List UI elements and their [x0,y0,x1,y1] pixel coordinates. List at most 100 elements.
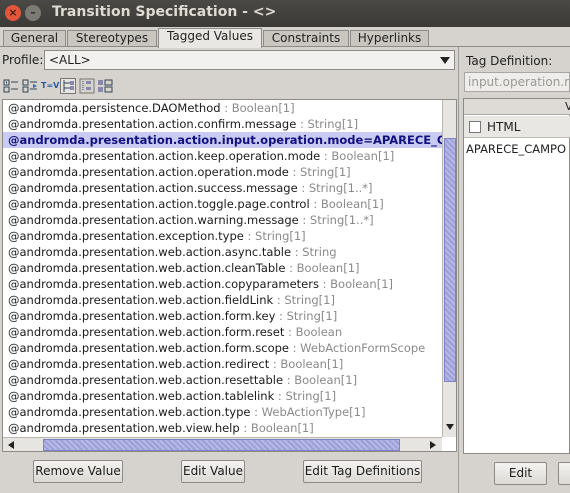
tagged-value-name: @andromda.presentation.web.action.redire… [8,357,270,371]
edit-value-button[interactable]: Edit Value [181,460,245,483]
tab-bar: General Stereotypes Tagged Values Constr… [0,28,570,48]
scroll-left-arrow-icon[interactable] [6,440,16,450]
tagged-value-name: @andromda.presentation.web.action.tablel… [8,389,275,403]
tagged-value-row[interactable]: @andromda.presentation.action.keep.opera… [3,148,442,164]
edit-tag-definitions-button[interactable]: Edit Tag Definitions [303,460,422,483]
scroll-right-arrow-icon[interactable] [428,440,438,450]
tagged-value-type: : Boolean[1] [322,277,394,291]
tagged-value-name: @andromda.presentation.web.action.copypa… [8,277,319,291]
tagged-values-rows: @andromda.persistence.DAOMethod : Boolea… [3,100,442,437]
profile-selected-value: <ALL> [49,53,91,67]
tagged-value-row[interactable]: @andromda.presentation.web.action.type :… [3,404,442,420]
tagged-value-row[interactable]: @andromda.presentation.action.input.oper… [3,132,442,148]
flat-view-icon[interactable] [79,78,95,94]
tagged-value-name: @andromda.presentation.action.success.me… [8,181,298,195]
close-window-icon[interactable]: × [5,5,21,21]
tab-stereotypes[interactable]: Stereotypes [67,30,157,47]
tagged-value-name: @andromda.presentation.web.action.form.s… [8,341,289,355]
tagged-value-name: @andromda.presentation.action.toggle.pag… [8,197,310,211]
tagged-value-name: @andromda.presentation.web.view.help [8,421,240,435]
value-column-header: V [464,99,570,115]
tagged-value-row[interactable]: @andromda.persistence.DAOMethod : Boolea… [3,100,442,116]
tagged-value-row[interactable]: @andromda.presentation.web.action.fieldL… [3,292,442,308]
tagged-value-type: : Boolean [288,325,343,339]
grouped-view-icon[interactable] [97,78,113,94]
value-editor-panel[interactable]: V HTML APARECE_CAMPO [463,98,570,454]
collapse-icon[interactable] [22,78,38,94]
tagged-value-row[interactable]: @andromda.presentation.web.action.resett… [3,372,442,388]
profile-label: Profile: [2,53,44,67]
horizontal-scrollbar[interactable] [3,437,442,451]
tagged-value-row[interactable]: @andromda.presentation.action.success.me… [3,180,442,196]
tagged-value-row[interactable]: @andromda.presentation.web.action.copypa… [3,276,442,292]
tagged-value-type: : Boolean[1] [323,149,395,163]
tree-view-icon[interactable] [60,78,76,94]
tagged-value-type: : String[1..*] [302,213,374,227]
tagged-value-row[interactable]: @andromda.presentation.action.toggle.pag… [3,196,442,212]
tagged-value-type: : Boolean[1] [243,421,314,435]
tagged-value-type: : String[1..*] [301,181,373,195]
html-label: HTML [487,120,521,134]
minimize-window-icon[interactable]: – [25,5,41,21]
panel-splitter[interactable] [458,47,459,493]
tagged-value-type: : String[1] [299,117,359,131]
tagged-value-type: : String[1] [247,229,306,243]
tagged-value-row[interactable]: @andromda.presentation.web.action.async.… [3,244,442,260]
tagged-value-row[interactable]: @andromda.presentation.action.operation.… [3,164,442,180]
tagged-value-icon[interactable]: T=V [41,78,59,94]
title-bar: × – Transition Specification - <> [0,0,570,27]
tab-hyperlinks[interactable]: Hyperlinks [350,30,429,47]
tab-constraints[interactable]: Constraints [263,30,349,47]
tagged-value-row[interactable]: @andromda.presentation.web.action.tablel… [3,388,442,404]
extra-button[interactable] [558,462,570,485]
scroll-down-arrow-icon[interactable] [445,422,455,432]
tagged-value-name: @andromda.persistence.DAOMethod [8,101,221,115]
tagged-value-name: @andromda.presentation.web.action.cleanT… [8,261,286,275]
window-title: Transition Specification - <> [52,4,277,20]
tagged-value-row[interactable]: @andromda.presentation.exception.type : … [3,228,442,244]
tagged-value-type: : String [294,245,337,259]
tagged-value-row[interactable]: @andromda.presentation.action.confirm.me… [3,116,442,132]
tagged-value-name: @andromda.presentation.action.input.oper… [8,133,442,147]
tagged-value-type: : String[1] [292,165,351,179]
tagged-value-name: @andromda.presentation.action.operation.… [8,165,289,179]
tagged-value-row[interactable]: @andromda.presentation.web.action.redire… [3,356,442,372]
value-text[interactable]: APARECE_CAMPO [466,142,566,156]
vertical-scroll-thumb[interactable] [444,138,456,382]
tagged-value-name: @andromda.presentation.web.action.form.r… [8,325,285,339]
tab-general[interactable]: General [3,30,66,47]
tagged-value-row[interactable]: @andromda.presentation.web.action.form.r… [3,324,442,340]
tag-definition-field: input.operation.mo [464,72,570,92]
tagged-value-type: : Boolean[1] [272,357,344,371]
tab-divider [0,46,570,47]
tagged-value-row[interactable]: @andromda.presentation.web.action.form.k… [3,308,442,324]
remove-value-button[interactable]: Remove Value [33,460,123,483]
tagged-value-type: : String[1] [277,389,337,403]
tag-definition-label: Tag Definition: [466,54,553,68]
tagged-value-type: : WebActionFormScope [292,341,426,355]
tagged-values-list[interactable]: @andromda.persistence.DAOMethod : Boolea… [2,99,457,452]
tagged-value-type: : Boolean[1] [286,373,358,387]
tagged-value-type: : Boolean[1] [313,197,384,211]
tagged-value-row[interactable]: @andromda.presentation.web.action.cleanT… [3,260,442,276]
tagged-value-type: : Boolean[1] [289,261,360,275]
tagged-value-name: @andromda.presentation.exception.type [8,229,244,243]
vertical-scrollbar[interactable] [442,100,456,437]
tagged-value-type: : String[1] [279,309,338,323]
tagged-value-name: @andromda.presentation.action.warning.me… [8,213,299,227]
tagged-value-name: @andromda.presentation.action.confirm.me… [8,117,297,131]
tagged-value-type: : String[1] [276,293,335,307]
html-checkbox[interactable] [469,121,481,133]
tagged-value-name: @andromda.presentation.web.action.type [8,405,251,419]
horizontal-scroll-thumb[interactable] [43,439,400,451]
html-toggle-row: HTML [464,116,570,138]
tagged-value-name: @andromda.presentation.web.action.form.k… [8,309,276,323]
tab-tagged-values[interactable]: Tagged Values [158,28,262,48]
profile-dropdown[interactable]: <ALL> [44,50,455,70]
tagged-value-name: @andromda.presentation.web.action.resett… [8,373,284,387]
edit-button[interactable]: Edit [494,462,547,485]
tagged-value-row[interactable]: @andromda.presentation.web.view.help : B… [3,420,442,436]
tagged-value-row[interactable]: @andromda.presentation.web.action.form.s… [3,340,442,356]
tagged-value-row[interactable]: @andromda.presentation.action.warning.me… [3,212,442,228]
expand-icon[interactable] [3,78,19,94]
